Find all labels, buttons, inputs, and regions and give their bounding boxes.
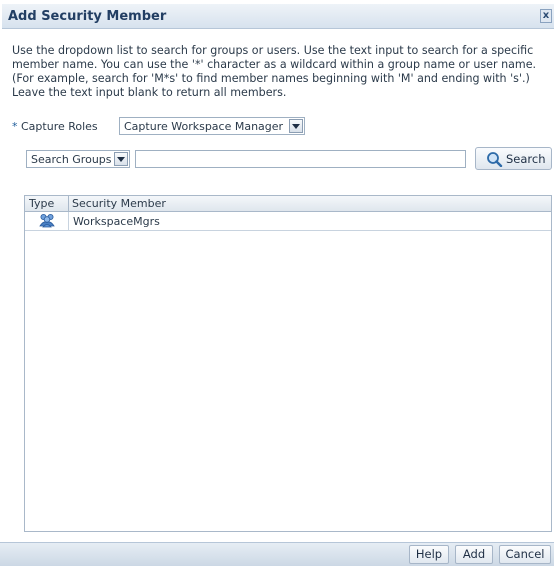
- search-button[interactable]: Search: [475, 147, 552, 170]
- search-icon: [487, 152, 503, 167]
- dialog-titlebar: Add Security Member x: [2, 4, 554, 29]
- capture-roles-label: * Capture Roles: [12, 120, 98, 133]
- required-marker: *: [12, 120, 18, 133]
- instructions-text: Use the dropdown list to search for grou…: [12, 44, 537, 99]
- chevron-down-icon[interactable]: [114, 152, 128, 166]
- group-icon: [39, 213, 55, 231]
- table-row[interactable]: WorkspaceMgrs: [25, 212, 551, 231]
- search-type-select[interactable]: Search Groups: [26, 150, 130, 168]
- search-type-selected-value: Search Groups: [31, 153, 112, 166]
- column-divider: [68, 212, 69, 230]
- column-header-security-member[interactable]: Security Member: [72, 197, 166, 210]
- add-button[interactable]: Add: [455, 545, 493, 564]
- capture-roles-selected-value: Capture Workspace Manager: [124, 120, 284, 133]
- dialog-footer: Help Add Cancel: [0, 542, 554, 566]
- column-header-type[interactable]: Type: [29, 197, 54, 210]
- close-icon: x: [542, 10, 550, 21]
- chevron-down-icon[interactable]: [289, 119, 303, 133]
- security-member-name: WorkspaceMgrs: [73, 215, 160, 228]
- close-button[interactable]: x: [540, 9, 552, 23]
- column-divider: [68, 196, 69, 211]
- dialog-title: Add Security Member: [8, 9, 167, 24]
- capture-roles-label-text: Capture Roles: [21, 120, 98, 133]
- search-input[interactable]: [135, 150, 466, 168]
- table-header: Type Security Member: [25, 196, 551, 212]
- security-member-table: Type Security Member WorkspaceMgrs: [24, 195, 552, 532]
- capture-roles-select[interactable]: Capture Workspace Manager: [119, 117, 305, 135]
- cancel-button[interactable]: Cancel: [499, 545, 551, 564]
- add-security-member-dialog: Add Security Member x Use the dropdown l…: [0, 0, 554, 566]
- help-button[interactable]: Help: [409, 545, 449, 564]
- search-button-label: Search: [506, 152, 546, 166]
